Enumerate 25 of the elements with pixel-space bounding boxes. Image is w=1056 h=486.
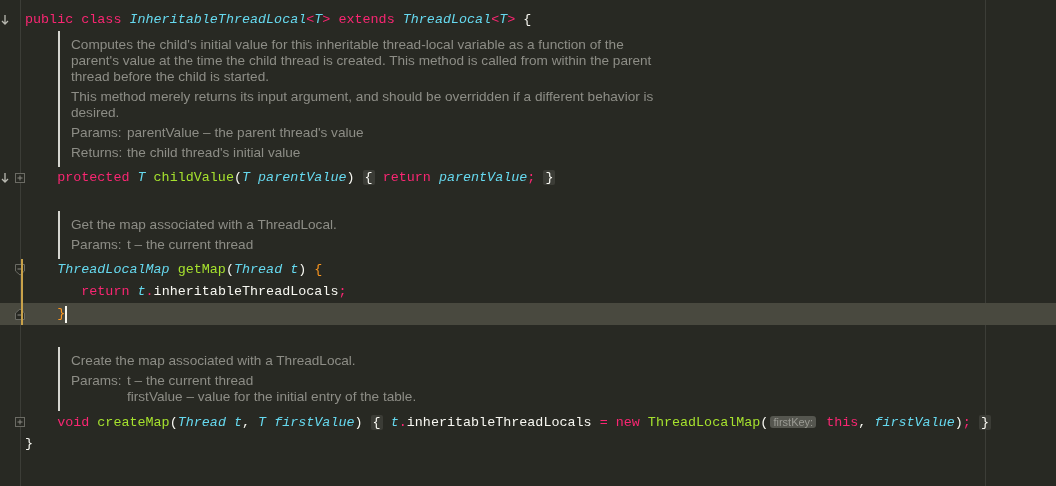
- code-line: return t.inheritableThreadLocals;: [80, 283, 347, 301]
- doc-text: Computes the child's initial value for this inheritable thread-local variable as a function of the parent's value at the time the child thread is created. This method is called from within the parent thread before the child is started.: [71, 37, 653, 85]
- doc-label: Returns:: [71, 145, 123, 161]
- override-arrow-icon[interactable]: [1, 172, 9, 184]
- fold-expand-icon[interactable]: [15, 173, 25, 183]
- doc-label: Params:: [71, 237, 123, 253]
- code-line: protected T childValue(T parentValue) { return parentValue; }: [56, 169, 556, 187]
- doc-text: t – the current thread: [127, 373, 255, 389]
- override-arrow-icon[interactable]: [1, 14, 9, 26]
- doc-label: Params:: [71, 373, 123, 390]
- doc-text: Create the map associated with a ThreadLocal.: [71, 353, 357, 369]
- doc-text: parentValue – the parent thread's value: [127, 125, 364, 141]
- doc-text: the child thread's initial value: [127, 145, 301, 161]
- code-line: }: [25, 435, 34, 453]
- code-line: void createMap(Thread t, T firstValue) { t.inheritableThreadLocals = new ThreadLocalMap( firstKey: this, firstValue); }: [56, 413, 991, 432]
- text-cursor: [65, 305, 68, 323]
- doc-text: t – the current thread: [127, 237, 254, 253]
- doc-text: Get the map associated with a ThreadLocal.: [71, 217, 338, 233]
- doc-label: Params:: [71, 125, 123, 141]
- fold-expand-icon[interactable]: [15, 417, 25, 427]
- code-line: ThreadLocalMap getMap(Thread t) {: [56, 261, 323, 279]
- code-line: public class InheritableThreadLocal<T> extends ThreadLocal<T> {: [25, 11, 532, 29]
- doc-text: This method merely returns its input argument, and should be overridden if a different behavior is desired.: [71, 89, 655, 121]
- doc-text: firstValue – value for the initial entry of the table.: [127, 389, 417, 405]
- code-line: }: [56, 305, 66, 323]
